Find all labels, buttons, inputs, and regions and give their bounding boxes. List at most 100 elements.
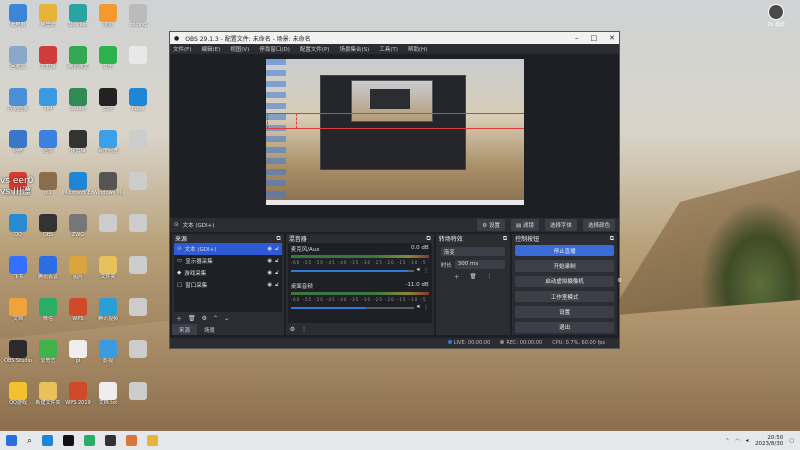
clock[interactable]: 20:50 2023/8/30 (755, 435, 783, 447)
chevron-down-icon[interactable]: ⌄ (224, 315, 229, 322)
transition-select[interactable]: 渐变 (440, 247, 506, 256)
preview-canvas[interactable] (266, 59, 524, 205)
desktop-icon[interactable]: 快剪辑 (63, 130, 93, 166)
app-icon[interactable] (147, 435, 159, 446)
speaker-icon[interactable]: 🔊︎ (746, 438, 749, 444)
tab-scenes[interactable]: 场景 (197, 324, 222, 335)
desktop-icon[interactable]: 新建文件夹 (33, 382, 63, 418)
desktop-icon[interactable]: 音乐 (93, 46, 123, 82)
menu-scene-collection[interactable]: 场景集合(S) (339, 45, 369, 53)
gear-icon[interactable]: ⚙ (617, 278, 622, 284)
desktop-icon[interactable]: 影视 (93, 340, 123, 376)
menu-edit[interactable]: 编辑(E) (201, 45, 220, 53)
speaker-icon[interactable]: 🔊︎ (417, 304, 420, 311)
menu-file[interactable]: 文件(F) (173, 45, 191, 53)
desktop-icon[interactable]: OBS Studio (3, 340, 33, 376)
desktop-icon[interactable]: 阿里云 (33, 4, 63, 40)
desktop-icon[interactable]: 回收站 (3, 46, 33, 82)
filters-button[interactable]: ▤ 滤镜 (511, 219, 539, 231)
maximize-icon[interactable]: □ (591, 34, 598, 42)
speaker-icon[interactable]: 🔊︎ (417, 267, 420, 274)
desktop-icon[interactable]: coding (123, 4, 153, 40)
desktop-icon[interactable]: OBS (33, 214, 63, 250)
desktop-icon[interactable]: QQ (3, 214, 33, 250)
add-icon[interactable]: ＋ (454, 273, 460, 281)
gear-icon[interactable]: ⚙ (290, 326, 295, 333)
desktop-icon[interactable]: 图片 (63, 256, 93, 292)
properties-button[interactable]: ⚙ 设置 (477, 219, 505, 231)
volume-slider[interactable] (290, 306, 414, 309)
desktop-icon[interactable]: 微信 (33, 298, 63, 334)
notification-icon[interactable]: ▢ (789, 438, 794, 444)
stop-streaming-button[interactable]: 停止直播 (515, 245, 615, 257)
desktop-icon[interactable]: Windows Media (93, 172, 123, 208)
desktop-icon[interactable] (123, 46, 153, 82)
obs-icon[interactable] (105, 435, 117, 446)
lock-icon[interactable]: 🔓︎ (275, 282, 279, 289)
search-icon[interactable]: ⌕ (27, 436, 32, 446)
lock-icon[interactable]: 🔓︎ (275, 270, 279, 277)
chevron-up-icon[interactable]: ⌃ (725, 438, 729, 444)
desktop-icon[interactable]: WPS 2019 (63, 382, 93, 418)
dock-menu-icon[interactable]: ⧉ (426, 235, 430, 243)
eye-icon[interactable]: ◉ (267, 270, 272, 276)
wechat-icon[interactable] (84, 435, 96, 446)
selected-source-box[interactable] (267, 113, 297, 129)
dock-menu-icon[interactable]: ⧉ (610, 235, 614, 243)
gear-icon[interactable]: ⚙ (202, 315, 207, 322)
desktop-icon[interactable] (123, 172, 153, 208)
desktop-icon[interactable]: 腾讯课堂 (63, 46, 93, 82)
desktop-icon[interactable] (123, 130, 153, 166)
kebab-icon[interactable]: ⋮ (423, 268, 429, 274)
menu-help[interactable]: 帮助(H) (408, 45, 427, 53)
source-item[interactable]: ▭ 显示器采集 ◉ 🔓︎ (174, 255, 282, 267)
source-item[interactable]: ◆ 游戏采集 ◉ 🔓︎ (174, 267, 282, 279)
desktop-icon[interactable]: QQ游戏 (3, 382, 33, 418)
virtual-camera-button[interactable]: 启动虚拟摄像机 ⚙ (515, 275, 622, 287)
source-item[interactable]: ▢ 窗口采集 ◉ 🔓︎ (174, 279, 282, 291)
desktop-icon[interactable] (123, 298, 153, 334)
eye-icon[interactable]: ◉ (267, 282, 272, 288)
desktop-icon[interactable] (123, 256, 153, 292)
desktop-icon[interactable]: Quicker (63, 4, 93, 40)
desktop-icon[interactable]: 飞书 (3, 256, 33, 292)
lock-icon[interactable]: 🔓︎ (275, 258, 279, 265)
desktop-icon[interactable]: Studio (63, 88, 93, 124)
desktop-icon[interactable]: 爱剪辑 (33, 46, 63, 82)
desktop-icon[interactable] (123, 214, 153, 250)
desktop-icon[interactable]: WPS (63, 298, 93, 334)
edge-icon[interactable] (42, 435, 54, 446)
desktop-icon[interactable]: 爱奇艺 (33, 340, 63, 376)
menu-docks[interactable]: 停靠窗口(D) (259, 45, 290, 53)
duration-input[interactable]: 300 ms (454, 260, 506, 269)
desktop-icon[interactable]: 文档 (3, 298, 33, 334)
lock-icon[interactable]: 🔓︎ (275, 246, 279, 253)
selection-outline[interactable] (266, 113, 524, 129)
volume-slider[interactable] (290, 269, 414, 272)
desktop-icon[interactable] (123, 340, 153, 376)
desktop-icon[interactable]: 文档.txt (93, 382, 123, 418)
kebab-icon[interactable]: ⋮ (486, 274, 492, 280)
kebab-icon[interactable]: ⋮ (301, 326, 307, 333)
desktop-icon[interactable]: Edge (123, 88, 153, 124)
select-font-button[interactable]: 选择字体 (544, 219, 577, 231)
desktop-icon[interactable]: pi (63, 340, 93, 376)
desktop-icon[interactable]: 网络 (3, 130, 33, 166)
tiktok-icon[interactable] (63, 435, 75, 446)
desktop-icon[interactable]: 控制面板 (3, 88, 33, 124)
studio-mode-button[interactable]: 工作室模式 (515, 290, 615, 303)
desktop-icon[interactable]: 搜狗 (93, 4, 123, 40)
source-item[interactable]: ⊙ 文本 (GDI+) ◉ 🔓︎ (174, 243, 282, 255)
dock-menu-icon[interactable]: ⧉ (276, 235, 280, 243)
desktop-icon[interactable] (93, 214, 123, 250)
desktop-icon[interactable]: TIM (33, 88, 63, 124)
trash-icon[interactable]: 🗑︎ (188, 315, 196, 322)
trash-icon[interactable]: 🗑︎ (469, 274, 476, 280)
desktop-widget[interactable]: 7k 毫秒 (758, 2, 794, 28)
desktop-icon[interactable] (123, 382, 153, 418)
close-icon[interactable]: ✕ (609, 34, 615, 42)
desktop-icon[interactable]: ZWG (63, 214, 93, 250)
add-icon[interactable]: ＋ (176, 314, 182, 323)
desktop-icon[interactable]: 百度网盘 (93, 130, 123, 166)
settings-button[interactable]: 设置 (515, 306, 615, 318)
